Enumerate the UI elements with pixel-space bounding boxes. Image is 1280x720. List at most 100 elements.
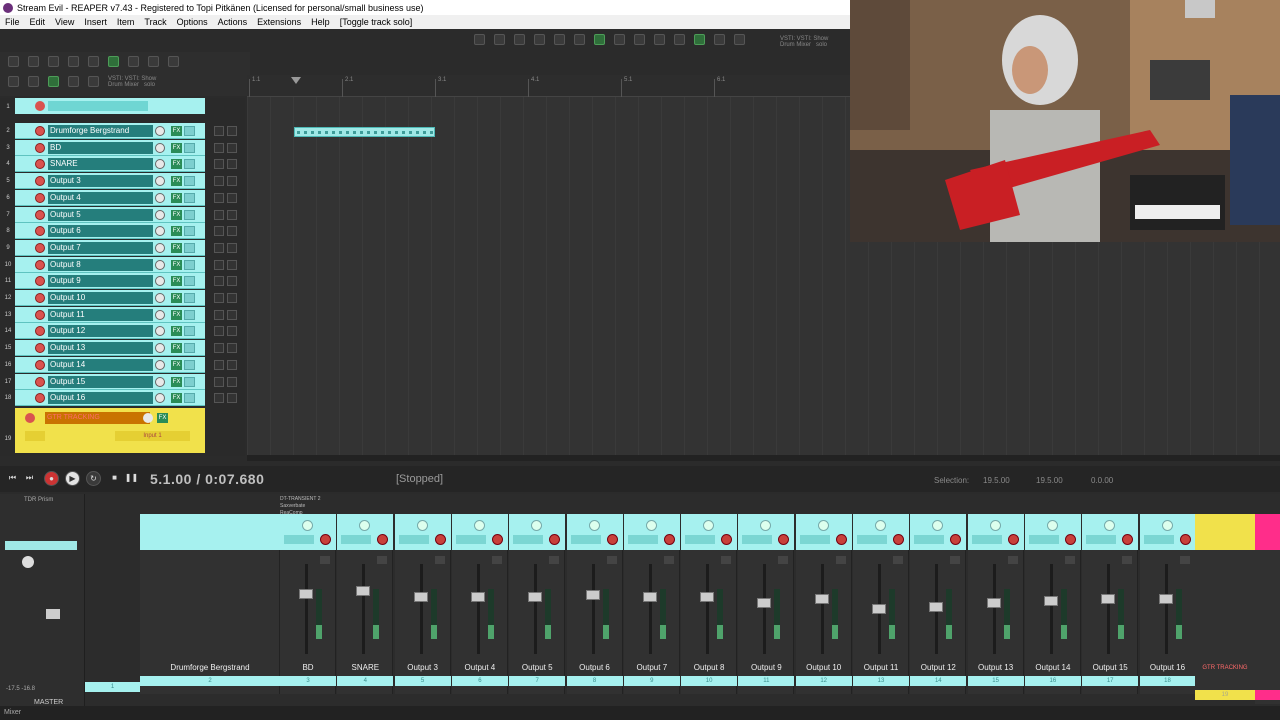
record-arm-button[interactable]: [1007, 534, 1019, 545]
mixer-strip[interactable]: Output 5 7: [509, 514, 566, 694]
mute-button[interactable]: [214, 242, 224, 253]
envelope-button[interactable]: [184, 326, 195, 337]
solo-button[interactable]: [227, 176, 237, 187]
fx-button[interactable]: FX: [171, 359, 182, 370]
mixer-footer[interactable]: Mixer: [0, 706, 1280, 720]
pan-knob[interactable]: [531, 520, 543, 531]
mute-button[interactable]: [778, 556, 789, 564]
track-name[interactable]: Output 12: [48, 325, 153, 338]
track-row[interactable]: Output 5 FX: [15, 206, 205, 223]
record-arm-button[interactable]: [35, 343, 45, 354]
mixer-strip[interactable]: Output 4 6: [451, 514, 508, 694]
menu-item[interactable]: Extensions: [252, 17, 306, 27]
record-arm-button[interactable]: [1122, 534, 1134, 545]
menu-item[interactable]: [Toggle track solo]: [335, 17, 418, 27]
mute-button[interactable]: [214, 159, 224, 170]
strip-gtr-tracking[interactable]: GTR TRACKING 19: [1195, 514, 1255, 700]
mute-button[interactable]: [214, 126, 224, 136]
record-arm-button[interactable]: [1064, 534, 1076, 545]
strip-name[interactable]: Output 14: [1025, 662, 1081, 674]
track-row[interactable]: Output 3 FX: [15, 173, 205, 190]
strip-header[interactable]: [853, 514, 909, 550]
solo-button[interactable]: [227, 192, 237, 203]
mixer-strip[interactable]: Output 14 16: [1024, 514, 1081, 694]
fader-track[interactable]: [305, 564, 308, 654]
track-row[interactable]: Output 9 FX: [15, 273, 205, 290]
solo-button[interactable]: [227, 259, 237, 270]
solo-button[interactable]: [227, 226, 237, 237]
volume-knob[interactable]: [155, 276, 165, 287]
mute-button[interactable]: [1007, 556, 1018, 564]
volume-fader[interactable]: [814, 594, 829, 604]
fx-slot[interactable]: [742, 535, 773, 544]
midi-item[interactable]: [294, 127, 435, 137]
record-arm-button[interactable]: [835, 534, 847, 545]
track-row[interactable]: Output 7 FX: [15, 239, 205, 256]
mute-button[interactable]: [1122, 556, 1133, 564]
track-row[interactable]: Output 10 FX: [15, 290, 205, 306]
time-display[interactable]: 5.1.00 / 0:07.680: [150, 471, 264, 487]
toolbar-button[interactable]: [148, 56, 159, 67]
fx-slot[interactable]: [627, 535, 658, 544]
envelope-button[interactable]: [184, 293, 195, 303]
mute-button[interactable]: [214, 209, 224, 220]
volume-knob[interactable]: [155, 159, 165, 170]
pause-icon[interactable]: ❚❚: [124, 471, 139, 486]
mute-button[interactable]: [835, 556, 846, 564]
mute-button[interactable]: [549, 556, 560, 564]
toolbar-button[interactable]: [714, 34, 725, 45]
horizontal-scrollbar[interactable]: [247, 455, 1280, 461]
pan-knob[interactable]: [359, 520, 371, 531]
volume-knob[interactable]: [143, 413, 153, 423]
fx-button[interactable]: FX: [157, 413, 168, 423]
volume-knob[interactable]: [155, 209, 165, 220]
solo-button[interactable]: [227, 343, 237, 354]
mute-button[interactable]: [214, 259, 224, 270]
mute-button[interactable]: [1179, 556, 1190, 564]
toolbar-button[interactable]: [128, 56, 139, 67]
record-arm-button[interactable]: [35, 293, 45, 303]
volume-fader[interactable]: [642, 592, 657, 602]
pan-knob[interactable]: [473, 520, 485, 531]
volume-knob[interactable]: [155, 259, 165, 270]
menu-item[interactable]: Item: [112, 17, 140, 27]
solo-button[interactable]: [227, 142, 237, 153]
mute-button[interactable]: [214, 359, 224, 370]
toolbar-button[interactable]: [28, 76, 39, 87]
selection-end[interactable]: 19.5.00: [1036, 476, 1063, 485]
fx-button[interactable]: FX: [171, 142, 182, 153]
fader-track[interactable]: [648, 564, 652, 654]
pan-knob[interactable]: [1161, 520, 1173, 531]
strip-name[interactable]: Output 3: [395, 662, 451, 674]
toolbar-button[interactable]: [48, 56, 59, 67]
mute-button[interactable]: [214, 326, 224, 337]
record-arm-button[interactable]: [25, 413, 35, 423]
record-arm-button[interactable]: [377, 534, 389, 545]
solo-button[interactable]: [227, 359, 237, 370]
mute-button[interactable]: [214, 276, 224, 287]
strip-header[interactable]: [451, 514, 508, 550]
mixer-strip[interactable]: Output 10 12: [795, 514, 852, 694]
track-name[interactable]: Output 4: [48, 191, 153, 204]
envelope-button[interactable]: [184, 393, 195, 404]
volume-knob[interactable]: [155, 142, 165, 153]
solo-button[interactable]: [227, 376, 237, 387]
strip-name[interactable]: Output 9: [738, 662, 794, 674]
mute-button[interactable]: [893, 556, 903, 564]
volume-fader[interactable]: [528, 592, 543, 602]
pan-knob[interactable]: [1046, 520, 1058, 531]
toolbar-button[interactable]: [88, 76, 99, 87]
fx-slot[interactable]: [513, 535, 544, 544]
volume-knob[interactable]: [155, 326, 165, 337]
fx-button[interactable]: FX: [171, 159, 182, 170]
track-row[interactable]: Output 15 FX: [15, 373, 205, 390]
fx-button[interactable]: FX: [171, 276, 182, 287]
strip-name[interactable]: Output 5: [509, 662, 565, 674]
mute-button[interactable]: [320, 556, 330, 564]
record-arm-button[interactable]: [893, 534, 904, 545]
strip-header[interactable]: [738, 514, 795, 550]
mixer-strip[interactable]: Output 15 17: [1082, 514, 1139, 694]
track-row-gtr-tracking[interactable]: GTR TRACKING FX Input 1: [15, 408, 205, 453]
toolbar-button[interactable]: [654, 34, 665, 45]
toolbar-button[interactable]: [674, 34, 685, 45]
